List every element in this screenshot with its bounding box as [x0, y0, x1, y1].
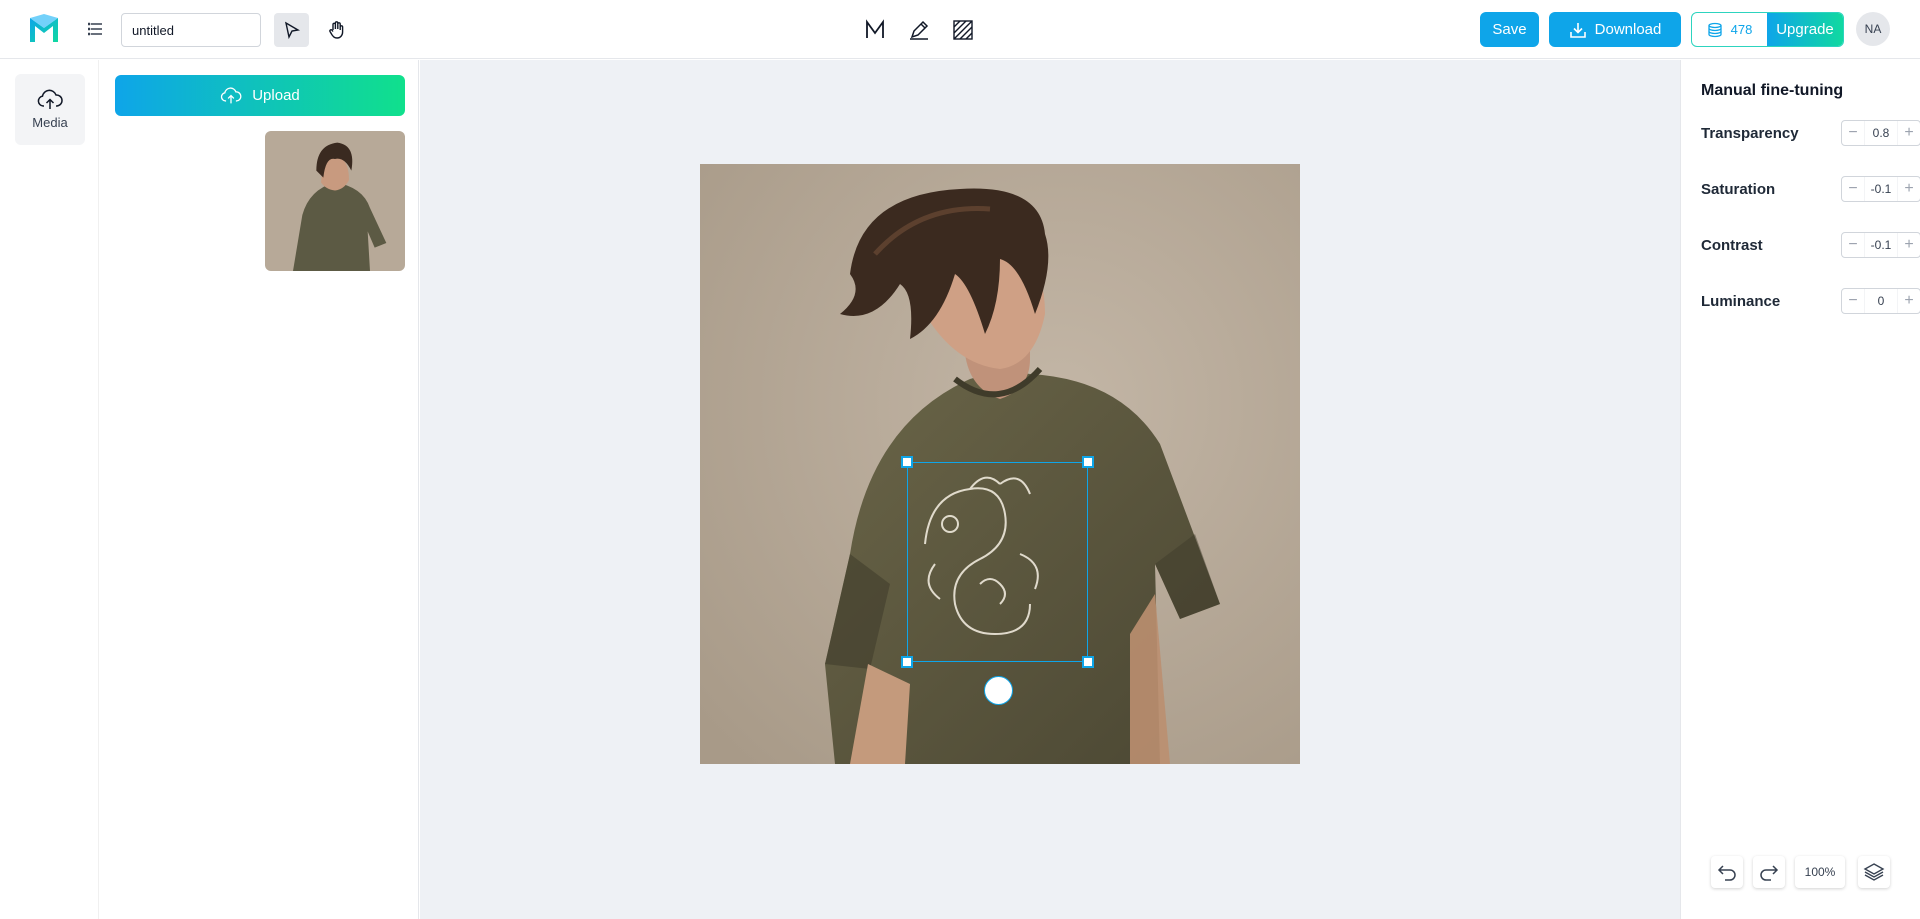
decrement-button[interactable]: − — [1842, 121, 1864, 145]
credits-count-label: 478 — [1730, 22, 1753, 37]
m-letter-icon — [866, 19, 884, 38]
model-photo-thumbnail — [265, 131, 405, 271]
redo-button[interactable] — [1753, 856, 1785, 888]
stepper-value[interactable]: -0.1 — [1864, 233, 1898, 257]
increment-button[interactable]: + — [1898, 121, 1920, 145]
select-tool-button[interactable] — [274, 13, 309, 47]
increment-button[interactable]: + — [1898, 233, 1920, 257]
resize-handle-bottom-left[interactable] — [901, 656, 913, 668]
document-title-input[interactable] — [121, 13, 261, 47]
download-icon — [1569, 22, 1586, 38]
media-thumbnail[interactable] — [265, 131, 405, 271]
contrast-stepper[interactable]: − -0.1 + — [1841, 232, 1920, 258]
adjustment-row-saturation: Saturation − -0.1 + — [1701, 176, 1920, 202]
history-controls: 100% — [1711, 856, 1845, 890]
download-label: Download — [1594, 21, 1662, 38]
adjustment-label: Contrast — [1701, 236, 1763, 254]
cloud-upload-icon — [221, 86, 242, 103]
credits-count: 478 — [1692, 13, 1767, 46]
selection-box[interactable] — [907, 462, 1088, 662]
mockup-tool-button[interactable] — [860, 15, 890, 45]
decrement-button[interactable]: − — [1842, 177, 1864, 201]
layers-control — [1858, 856, 1890, 890]
download-button[interactable]: Download — [1549, 12, 1681, 47]
rail-item-label: Media — [32, 115, 68, 130]
save-button[interactable]: Save — [1480, 12, 1539, 47]
undo-button[interactable] — [1711, 856, 1743, 888]
pattern-tool-button[interactable] — [948, 15, 978, 45]
decrement-button[interactable]: − — [1842, 233, 1864, 257]
adjustment-row-transparency: Transparency − 0.8 + — [1701, 120, 1920, 146]
upgrade-button[interactable]: Upgrade — [1767, 13, 1843, 46]
saturation-stepper[interactable]: − -0.1 + — [1841, 176, 1920, 202]
coins-stack-icon — [1707, 22, 1722, 37]
hatch-pattern-icon — [953, 20, 973, 40]
layers-icon — [1863, 863, 1885, 881]
upload-button[interactable]: Upload — [115, 75, 405, 116]
adjustment-row-luminance: Luminance − 0 + — [1701, 288, 1920, 314]
media-panel: Upload — [99, 60, 419, 919]
adjustments-panel: Manual fine-tuning Transparency − 0.8 + … — [1680, 60, 1920, 919]
cursor-arrow-icon — [284, 21, 300, 39]
adjustment-label: Luminance — [1701, 292, 1781, 310]
resize-handle-bottom-right[interactable] — [1082, 656, 1094, 668]
pan-tool-button[interactable] — [319, 13, 354, 47]
design-tools — [860, 14, 978, 46]
stepper-value[interactable]: 0.8 — [1864, 121, 1898, 145]
app-logo[interactable] — [27, 12, 61, 46]
resize-handle-top-right[interactable] — [1082, 456, 1094, 468]
rail-item-media[interactable]: Media — [15, 74, 85, 145]
adjustments-title: Manual fine-tuning — [1701, 82, 1844, 99]
decrement-button[interactable]: − — [1842, 289, 1864, 313]
adjustment-label: Saturation — [1701, 180, 1776, 198]
hand-icon — [328, 21, 343, 39]
luminance-stepper[interactable]: − 0 + — [1841, 288, 1920, 314]
adjustment-row-contrast: Contrast − -0.1 + — [1701, 232, 1920, 258]
pen-edit-icon — [910, 20, 929, 40]
increment-button[interactable]: + — [1898, 289, 1920, 313]
rotate-handle[interactable] — [984, 676, 1013, 705]
adjustment-label: Transparency — [1701, 124, 1799, 142]
cloud-upload-icon — [37, 89, 63, 109]
stepper-value[interactable]: -0.1 — [1864, 177, 1898, 201]
upload-label: Upload — [252, 87, 300, 104]
stepper-value[interactable]: 0 — [1864, 289, 1898, 313]
left-rail: Media — [0, 60, 99, 919]
redo-icon — [1760, 865, 1779, 881]
edit-tool-button[interactable] — [904, 15, 934, 45]
user-avatar[interactable]: NA — [1856, 12, 1890, 46]
credits-widget: 478 Upgrade — [1691, 12, 1844, 47]
increment-button[interactable]: + — [1898, 177, 1920, 201]
top-bar: Save Download 478 Upgrade NA — [0, 0, 1920, 59]
zoom-level[interactable]: 100% — [1795, 856, 1845, 888]
menu-icon[interactable] — [84, 16, 108, 42]
transparency-stepper[interactable]: − 0.8 + — [1841, 120, 1920, 146]
resize-handle-top-left[interactable] — [901, 456, 913, 468]
undo-icon — [1717, 865, 1736, 881]
layers-button[interactable] — [1858, 856, 1890, 888]
